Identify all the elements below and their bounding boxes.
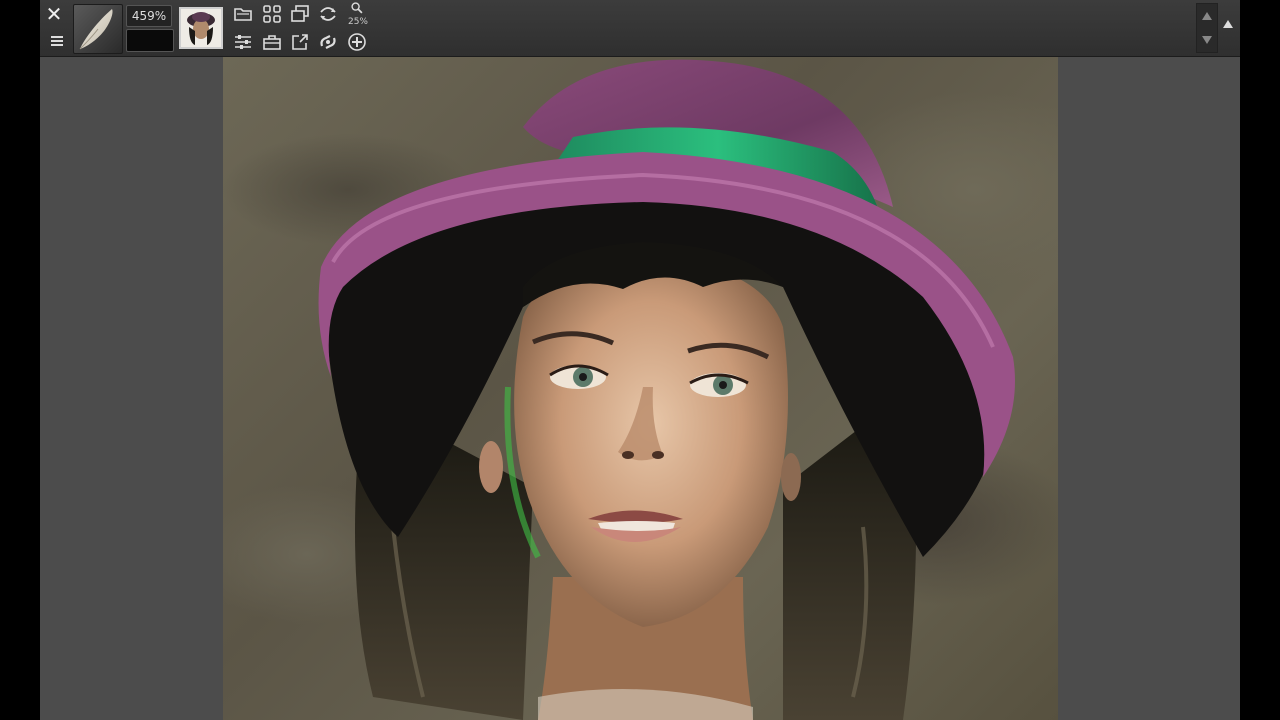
top-toolbar: ✕ 459% 25% xyxy=(40,0,1240,57)
color-well[interactable] xyxy=(126,29,174,52)
scroll-up-icon[interactable] xyxy=(1202,12,1212,20)
transform-icon[interactable] xyxy=(317,32,339,52)
open-file-icon[interactable] xyxy=(232,4,254,24)
zoom-step-label: 25% xyxy=(347,17,368,27)
painting-canvas[interactable] xyxy=(223,57,1058,720)
layers-icon[interactable] xyxy=(289,4,311,24)
brush-tip-icon xyxy=(79,9,113,50)
zoom-icon[interactable] xyxy=(346,0,368,16)
add-icon[interactable] xyxy=(346,32,368,52)
symmetry-icon[interactable] xyxy=(317,4,339,24)
menu-icon[interactable] xyxy=(45,34,65,48)
grid-icon[interactable] xyxy=(261,4,283,24)
zoom-level[interactable]: 459% xyxy=(126,5,172,27)
toolbox-icon[interactable] xyxy=(261,32,283,52)
portrait-painting xyxy=(318,59,1015,720)
export-icon[interactable] xyxy=(289,32,311,52)
reference-thumbnail[interactable] xyxy=(179,7,223,49)
collapse-toolbar-icon[interactable] xyxy=(1223,20,1233,28)
scroll-down-icon[interactable] xyxy=(1202,36,1212,44)
adjust-sliders-icon[interactable] xyxy=(232,32,254,52)
close-icon[interactable]: ✕ xyxy=(43,4,65,24)
toolbar-scroll[interactable] xyxy=(1196,3,1218,53)
brush-selector[interactable] xyxy=(73,4,123,54)
